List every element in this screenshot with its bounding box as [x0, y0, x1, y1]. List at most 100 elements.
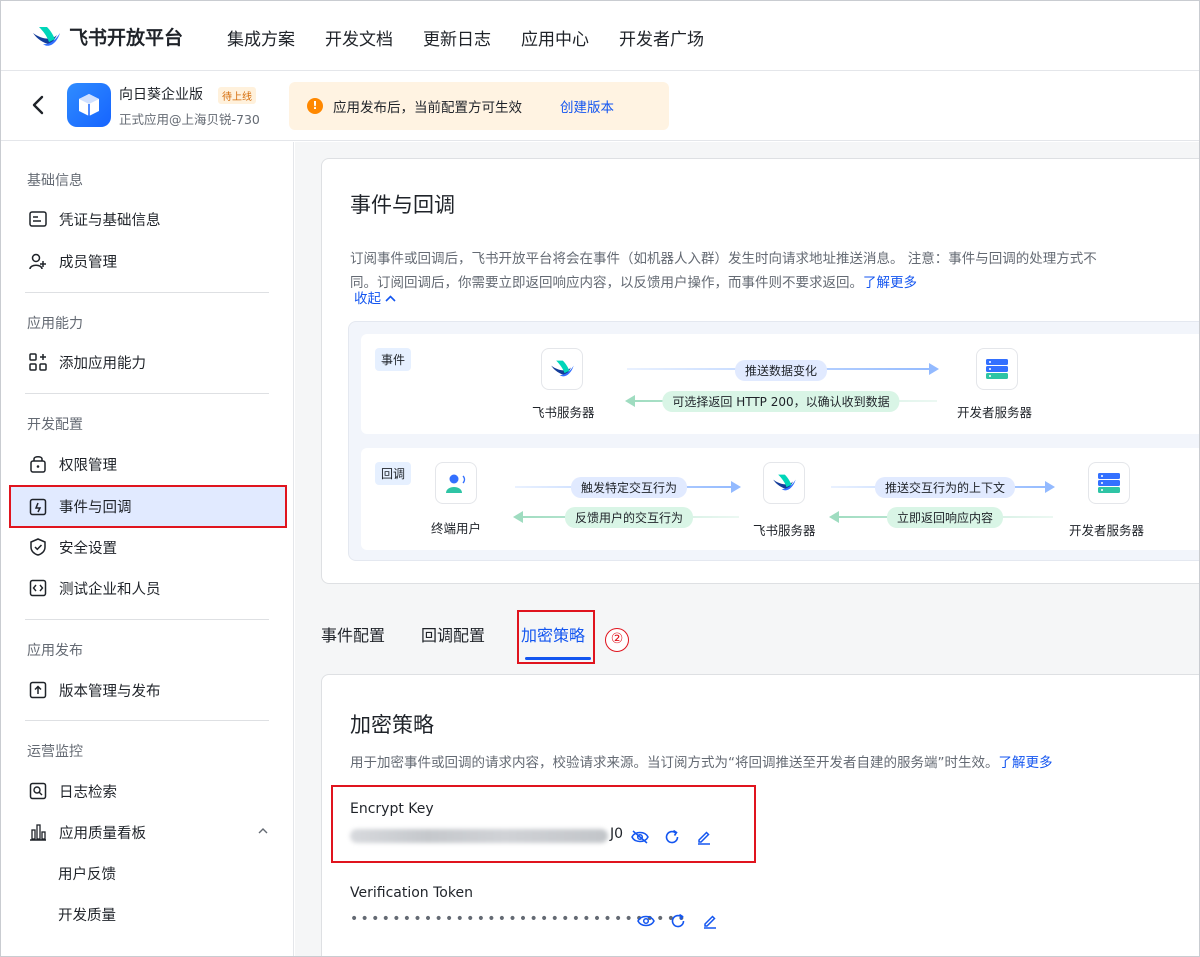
- developer-server-icon: [976, 348, 1018, 390]
- flow-diagram: 事件 飞书服务器 推送数据变化 可选择返回 HTTP 200，以确认收到数据 开…: [348, 321, 1199, 561]
- callback-dev-label: 开发者服务器: [1069, 523, 1145, 538]
- warning-icon: !: [307, 98, 323, 114]
- platform-logo[interactable]: 飞书开放平台: [31, 23, 183, 50]
- app-subtitle: 正式应用@上海贝锐-730: [119, 112, 260, 127]
- end-user-label: 终端用户: [431, 521, 482, 536]
- section-title-dev: 开发配置: [27, 417, 83, 433]
- sidebar-item-versions[interactable]: 版本管理与发布: [11, 670, 287, 710]
- upload-icon: [28, 680, 48, 700]
- sidebar-item-label: 日志检索: [59, 784, 117, 801]
- notice-text: 应用发布后，当前配置方可生效: [333, 100, 522, 116]
- annotation-marker-2: ②: [605, 628, 629, 652]
- create-version-link[interactable]: 创建版本: [560, 96, 614, 116]
- cube-icon: [79, 94, 99, 116]
- sidebar-item-members[interactable]: 成员管理: [11, 241, 287, 281]
- callback-tag: 回调: [375, 462, 412, 485]
- events-callbacks-card: 事件与回调 订阅事件或回调后，飞书开放平台将会在事件（如机器人入群）发生时向请求…: [321, 158, 1199, 584]
- sidebar-item-user-feedback[interactable]: 用户反馈: [11, 853, 287, 893]
- code-icon: [28, 578, 48, 598]
- sidebar-item-label: 测试企业和人员: [59, 581, 161, 598]
- sidebar-item-add-capability[interactable]: 添加应用能力: [11, 342, 287, 382]
- sidebar-item-label: 凭证与基础信息: [59, 212, 161, 229]
- event-tag: 事件: [375, 348, 412, 371]
- sidebar-item-log-search[interactable]: 日志检索: [11, 771, 287, 811]
- events-desc-line1: 订阅事件或回调后，飞书开放平台将会在事件（如机器人入群）发生时向请求地址推送消息…: [350, 251, 1097, 267]
- eye-icon[interactable]: [636, 911, 656, 931]
- id-card-icon: [28, 209, 48, 229]
- event-flow-band: 事件 飞书服务器 推送数据变化 可选择返回 HTTP 200，以确认收到数据 开…: [361, 334, 1199, 434]
- learn-more-link[interactable]: 了解更多: [863, 275, 917, 291]
- push-data-pill: 推送数据变化: [734, 360, 828, 381]
- events-desc-line2: 同。订阅回调后，你需要立即返回响应内容，以反馈用户操作，而事件则不要求返回。了解…: [350, 275, 917, 291]
- chevron-up-icon[interactable]: [257, 825, 269, 837]
- status-badge: 待上线: [218, 87, 256, 104]
- sidebar-item-security[interactable]: 安全设置: [11, 527, 287, 567]
- encryption-desc: 用于加密事件或回调的请求内容，校验请求来源。当订阅方式为“将回调推送至开发者自建…: [350, 755, 1053, 771]
- nav-developer-square[interactable]: 开发者广场: [619, 25, 704, 50]
- sidebar-item-quality-board[interactable]: 应用质量看板: [11, 812, 287, 852]
- event-icon: [28, 497, 48, 517]
- callback-server-label: 飞书服务器: [753, 523, 816, 538]
- tab-callback-config[interactable]: 回调配置: [421, 622, 485, 646]
- annotation-box-encrypt-key: [331, 785, 756, 863]
- sidebar-item-label: 版本管理与发布: [59, 683, 161, 700]
- lock-icon: [28, 454, 48, 474]
- sidebar-item-label: 添加应用能力: [59, 355, 146, 372]
- collapse-toggle[interactable]: 收起: [354, 287, 396, 307]
- sidebar-item-label: 开发质量: [58, 907, 116, 924]
- verification-token-actions: [636, 911, 732, 931]
- callback-flow-band: 回调 终端用户 触发特定交互行为 反馈用户的交互行为 飞书服务器 推送交互行为的…: [361, 448, 1199, 550]
- sidebar-item-events-callbacks[interactable]: 事件与回调: [9, 485, 287, 528]
- publish-notice: ! 应用发布后，当前配置方可生效 创建版本: [289, 82, 669, 130]
- feishu-logo-icon: [33, 26, 60, 46]
- app-header: 向日葵企业版 待上线 正式应用@上海贝锐-730 ! 应用发布后，当前配置方可生…: [1, 71, 1199, 141]
- sidebar-item-dev-quality[interactable]: 开发质量: [11, 894, 287, 934]
- respond-pill: 立即返回响应内容: [886, 507, 1004, 528]
- developer-server-icon: [1088, 462, 1130, 504]
- feedback-pill: 反馈用户的交互行为: [564, 507, 694, 528]
- section-title-monitor: 运营监控: [27, 744, 83, 760]
- push-context-pill: 推送交互行为的上下文: [874, 477, 1016, 498]
- top-nav: 飞书开放平台 集成方案 开发文档 更新日志 应用中心 开发者广场: [1, 1, 1199, 71]
- nav-solutions[interactable]: 集成方案: [227, 25, 295, 50]
- sidebar-item-label: 权限管理: [59, 457, 117, 474]
- sidebar-item-label: 成员管理: [59, 254, 117, 271]
- annotation-box-tab: [517, 610, 595, 664]
- tab-event-config[interactable]: 事件配置: [321, 622, 385, 646]
- nav-changelog[interactable]: 更新日志: [423, 25, 491, 50]
- divider: [25, 720, 269, 721]
- section-title-release: 应用发布: [27, 643, 83, 659]
- sidebar-item-credentials[interactable]: 凭证与基础信息: [11, 199, 287, 239]
- app-window: 飞书开放平台 集成方案 开发文档 更新日志 应用中心 开发者广场 向日葵企业版 …: [0, 0, 1200, 957]
- app-avatar: [67, 83, 111, 127]
- user-add-icon: [28, 251, 48, 271]
- edit-icon[interactable]: [700, 911, 720, 931]
- sidebar-item-permissions[interactable]: 权限管理: [11, 444, 287, 484]
- divider: [25, 292, 269, 293]
- divider: [25, 619, 269, 620]
- section-title-basic: 基础信息: [27, 173, 83, 189]
- divider: [25, 393, 269, 394]
- back-button[interactable]: [29, 93, 49, 117]
- sidebar-item-label: 用户反馈: [58, 866, 116, 883]
- sidebar-item-label: 事件与回调: [59, 500, 132, 516]
- event-target-label: 开发者服务器: [957, 405, 1033, 420]
- nav-app-center[interactable]: 应用中心: [521, 25, 589, 50]
- chevron-left-icon: [32, 95, 44, 115]
- log-search-icon: [28, 781, 48, 801]
- learn-more-link[interactable]: 了解更多: [999, 755, 1053, 771]
- encryption-title: 加密策略: [350, 713, 434, 737]
- sidebar-item-test-tenants[interactable]: 测试企业和人员: [11, 568, 287, 608]
- apps-add-icon: [28, 352, 48, 372]
- platform-name: 飞书开放平台: [69, 27, 184, 49]
- top-nav-links: 集成方案 开发文档 更新日志 应用中心 开发者广场: [227, 25, 734, 50]
- trigger-pill: 触发特定交互行为: [570, 477, 688, 498]
- bar-chart-icon: [28, 822, 48, 842]
- nav-docs[interactable]: 开发文档: [325, 25, 393, 50]
- shield-icon: [28, 537, 48, 557]
- section-title-capability: 应用能力: [27, 316, 83, 332]
- end-user-icon: [435, 462, 477, 504]
- refresh-icon[interactable]: [668, 911, 688, 931]
- reply-pill: 可选择返回 HTTP 200，以确认收到数据: [662, 391, 900, 412]
- sidebar-item-label: 安全设置: [59, 540, 117, 557]
